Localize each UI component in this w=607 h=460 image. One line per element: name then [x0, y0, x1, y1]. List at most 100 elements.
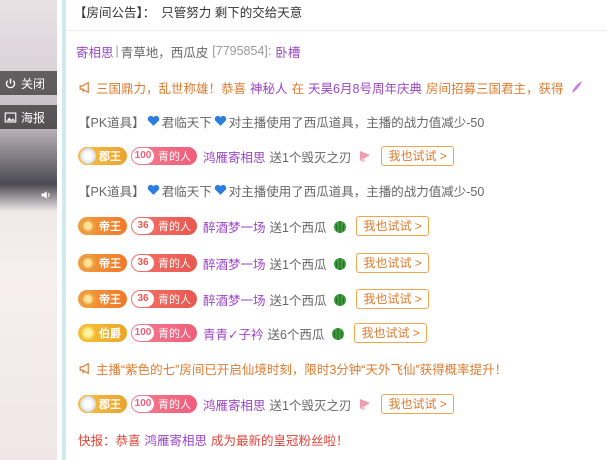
watermelon-icon: [334, 258, 347, 270]
try-button[interactable]: 我也试试 >: [381, 146, 454, 166]
try-button[interactable]: 我也试试 >: [356, 253, 429, 273]
pk-prefix: 【PK道具】: [78, 115, 145, 130]
try-button[interactable]: 我也试试 >: [356, 216, 429, 236]
gift-message: 帝王 36 青的人 醉酒梦一场 送1个西瓜 我也试试 >: [78, 252, 429, 274]
gift-user[interactable]: 醉酒梦一场: [203, 254, 266, 273]
gift-text: 送1个毁灭之刃: [269, 150, 352, 165]
pk-user[interactable]: 君临天下: [162, 181, 212, 200]
news-message: 快报：恭喜 鸿雁寄相思 成为最新的皇冠粉丝啦！: [78, 428, 349, 450]
rank-coin-icon: [80, 255, 96, 271]
system-notice: 主播“紫色的七”房间已开启仙境时刻，限时3分钟“天外飞仙”获得概率提升！: [78, 357, 507, 379]
rank-coin-icon: [80, 325, 96, 341]
close-button[interactable]: 关闭: [0, 71, 57, 95]
heart-icon: [147, 184, 159, 195]
gift-user[interactable]: 醉酒梦一场: [203, 217, 266, 236]
info-colon: :: [267, 44, 272, 58]
gift-user[interactable]: 鸿雁寄相思: [203, 395, 266, 414]
rank-coin-icon: [80, 218, 96, 234]
fan-name: 青的人: [158, 399, 191, 411]
gift-message: 郡王 100 青的人 鸿雁寄相思 送1个毁灭之刃 我也试试 >: [78, 145, 454, 167]
gift-user[interactable]: 鸿雁寄相思: [203, 147, 266, 166]
blade-gift-icon: [360, 151, 371, 162]
rank-badge: 伯爵: [78, 324, 127, 342]
divider: [66, 30, 607, 31]
anchor-tags: 青草地，西瓜皮: [120, 45, 209, 60]
gift-message: 帝王 36 青的人 醉酒梦一场 送1个西瓜 我也试试 >: [78, 215, 429, 237]
fan-name: 青的人: [158, 151, 191, 163]
megaphone-icon: [79, 362, 89, 374]
room-announcement: 【房间公告】： 只管努力 剩下的交给天意: [74, 0, 302, 22]
broadcast-part1: 三国鼎力，乱世称雄！恭喜: [96, 81, 247, 96]
broadcast-event[interactable]: 天昊6月8号周年庆典: [308, 78, 422, 97]
announcement-text: 只管努力 剩下的交给天意: [161, 5, 303, 20]
heart-icon: [147, 115, 159, 126]
rank-label: 伯爵: [99, 328, 121, 340]
pk-prefix: 【PK道具】: [78, 184, 145, 199]
fan-badge: 100 青的人: [131, 395, 197, 413]
feather-icon: [572, 81, 583, 93]
fan-badge: 36 青的人: [131, 217, 197, 235]
broadcast-message: 三国鼎力，乱世称雄！恭喜 神秘人 在 天昊6月8号周年庆典 房间招募三国君主，获…: [78, 76, 585, 98]
broadcast-part2: 在: [291, 81, 305, 96]
watermelon-icon: [332, 328, 345, 340]
broadcast-who[interactable]: 神秘人: [250, 78, 288, 97]
anchor-info: 寄相思 | 青草地，西瓜皮 [7795854] : 卧槽: [76, 40, 300, 62]
rank-badge: 帝王: [78, 290, 127, 308]
try-button[interactable]: 我也试试 >: [354, 323, 427, 343]
anchor-status: 卧槽: [275, 45, 301, 60]
report-button[interactable]: 海报: [0, 105, 57, 129]
pk-message: 【PK道具】 君临天下 对主播使用了西瓜道具，主播的战力值减少-50: [78, 179, 484, 201]
pk-user[interactable]: 君临天下: [162, 112, 212, 131]
watermelon-icon: [334, 294, 347, 306]
video-player[interactable]: 关闭 海报: [0, 0, 57, 460]
fan-badge: 100 青的人: [131, 147, 197, 165]
fan-name: 青的人: [158, 294, 191, 306]
gift-text: 送1个毁灭之刃: [269, 398, 352, 413]
broadcast-part3: 房间招募三国君主，获得: [425, 81, 564, 96]
gift-message: 郡王 100 青的人 鸿雁寄相思 送1个毁灭之刃 我也试试 >: [78, 393, 454, 415]
gift-text: 送6个西瓜: [267, 327, 325, 342]
blade-gift-icon: [360, 399, 371, 410]
fan-level: 36: [132, 291, 154, 307]
heart-icon: [214, 184, 226, 195]
news-user[interactable]: 鸿雁寄相思: [145, 430, 208, 449]
fan-badge: 100 青的人: [131, 324, 197, 342]
fan-level: 100: [132, 396, 154, 412]
fan-name: 青的人: [158, 258, 191, 270]
megaphone-icon: [79, 81, 89, 93]
rank-label: 郡王: [99, 399, 121, 411]
rank-badge: 帝王: [78, 254, 127, 272]
gift-user[interactable]: 醉酒梦一场: [203, 290, 266, 309]
rank-badge: 郡王: [78, 395, 127, 413]
gift-text: 送1个西瓜: [269, 257, 327, 272]
fan-level: 36: [132, 255, 154, 271]
announcement-prefix: 【房间公告】：: [74, 5, 156, 20]
fan-level: 100: [132, 325, 154, 341]
rank-label: 帝王: [99, 258, 121, 270]
rank-badge: 帝王: [78, 217, 127, 235]
pk-message: 【PK道具】 君临天下 对主播使用了西瓜道具，主播的战力值减少-50: [78, 110, 484, 132]
room-id: [7795854]: [212, 44, 268, 58]
image-icon: [4, 111, 17, 123]
fan-level: 36: [132, 218, 154, 234]
gift-message: 伯爵 100 青的人 青青✓子衿 送6个西瓜 我也试试 >: [78, 322, 427, 344]
power-icon: [5, 78, 16, 88]
gift-text: 送1个西瓜: [269, 220, 327, 235]
news-prefix: 快报：恭喜: [78, 433, 141, 448]
gift-text: 送1个西瓜: [269, 293, 327, 308]
try-button[interactable]: 我也试试 >: [381, 394, 454, 414]
gift-user[interactable]: 青青✓子衿: [203, 324, 263, 343]
volume-icon[interactable]: [40, 189, 52, 201]
report-label: 海报: [21, 110, 46, 125]
anchor-name[interactable]: 寄相思: [76, 42, 114, 61]
watermelon-icon: [334, 221, 347, 233]
news-suffix: 成为最新的皇冠粉丝啦！: [211, 433, 349, 448]
fan-name: 青的人: [158, 221, 191, 233]
try-button[interactable]: 我也试试 >: [356, 289, 429, 309]
rank-label: 帝王: [99, 294, 121, 306]
pk-text: 对主播使用了西瓜道具，主播的战力值减少-50: [228, 184, 485, 199]
fan-name: 青的人: [158, 328, 191, 340]
fan-badge: 36 青的人: [131, 290, 197, 308]
close-label: 关闭: [21, 76, 46, 91]
fan-level: 100: [132, 148, 154, 164]
